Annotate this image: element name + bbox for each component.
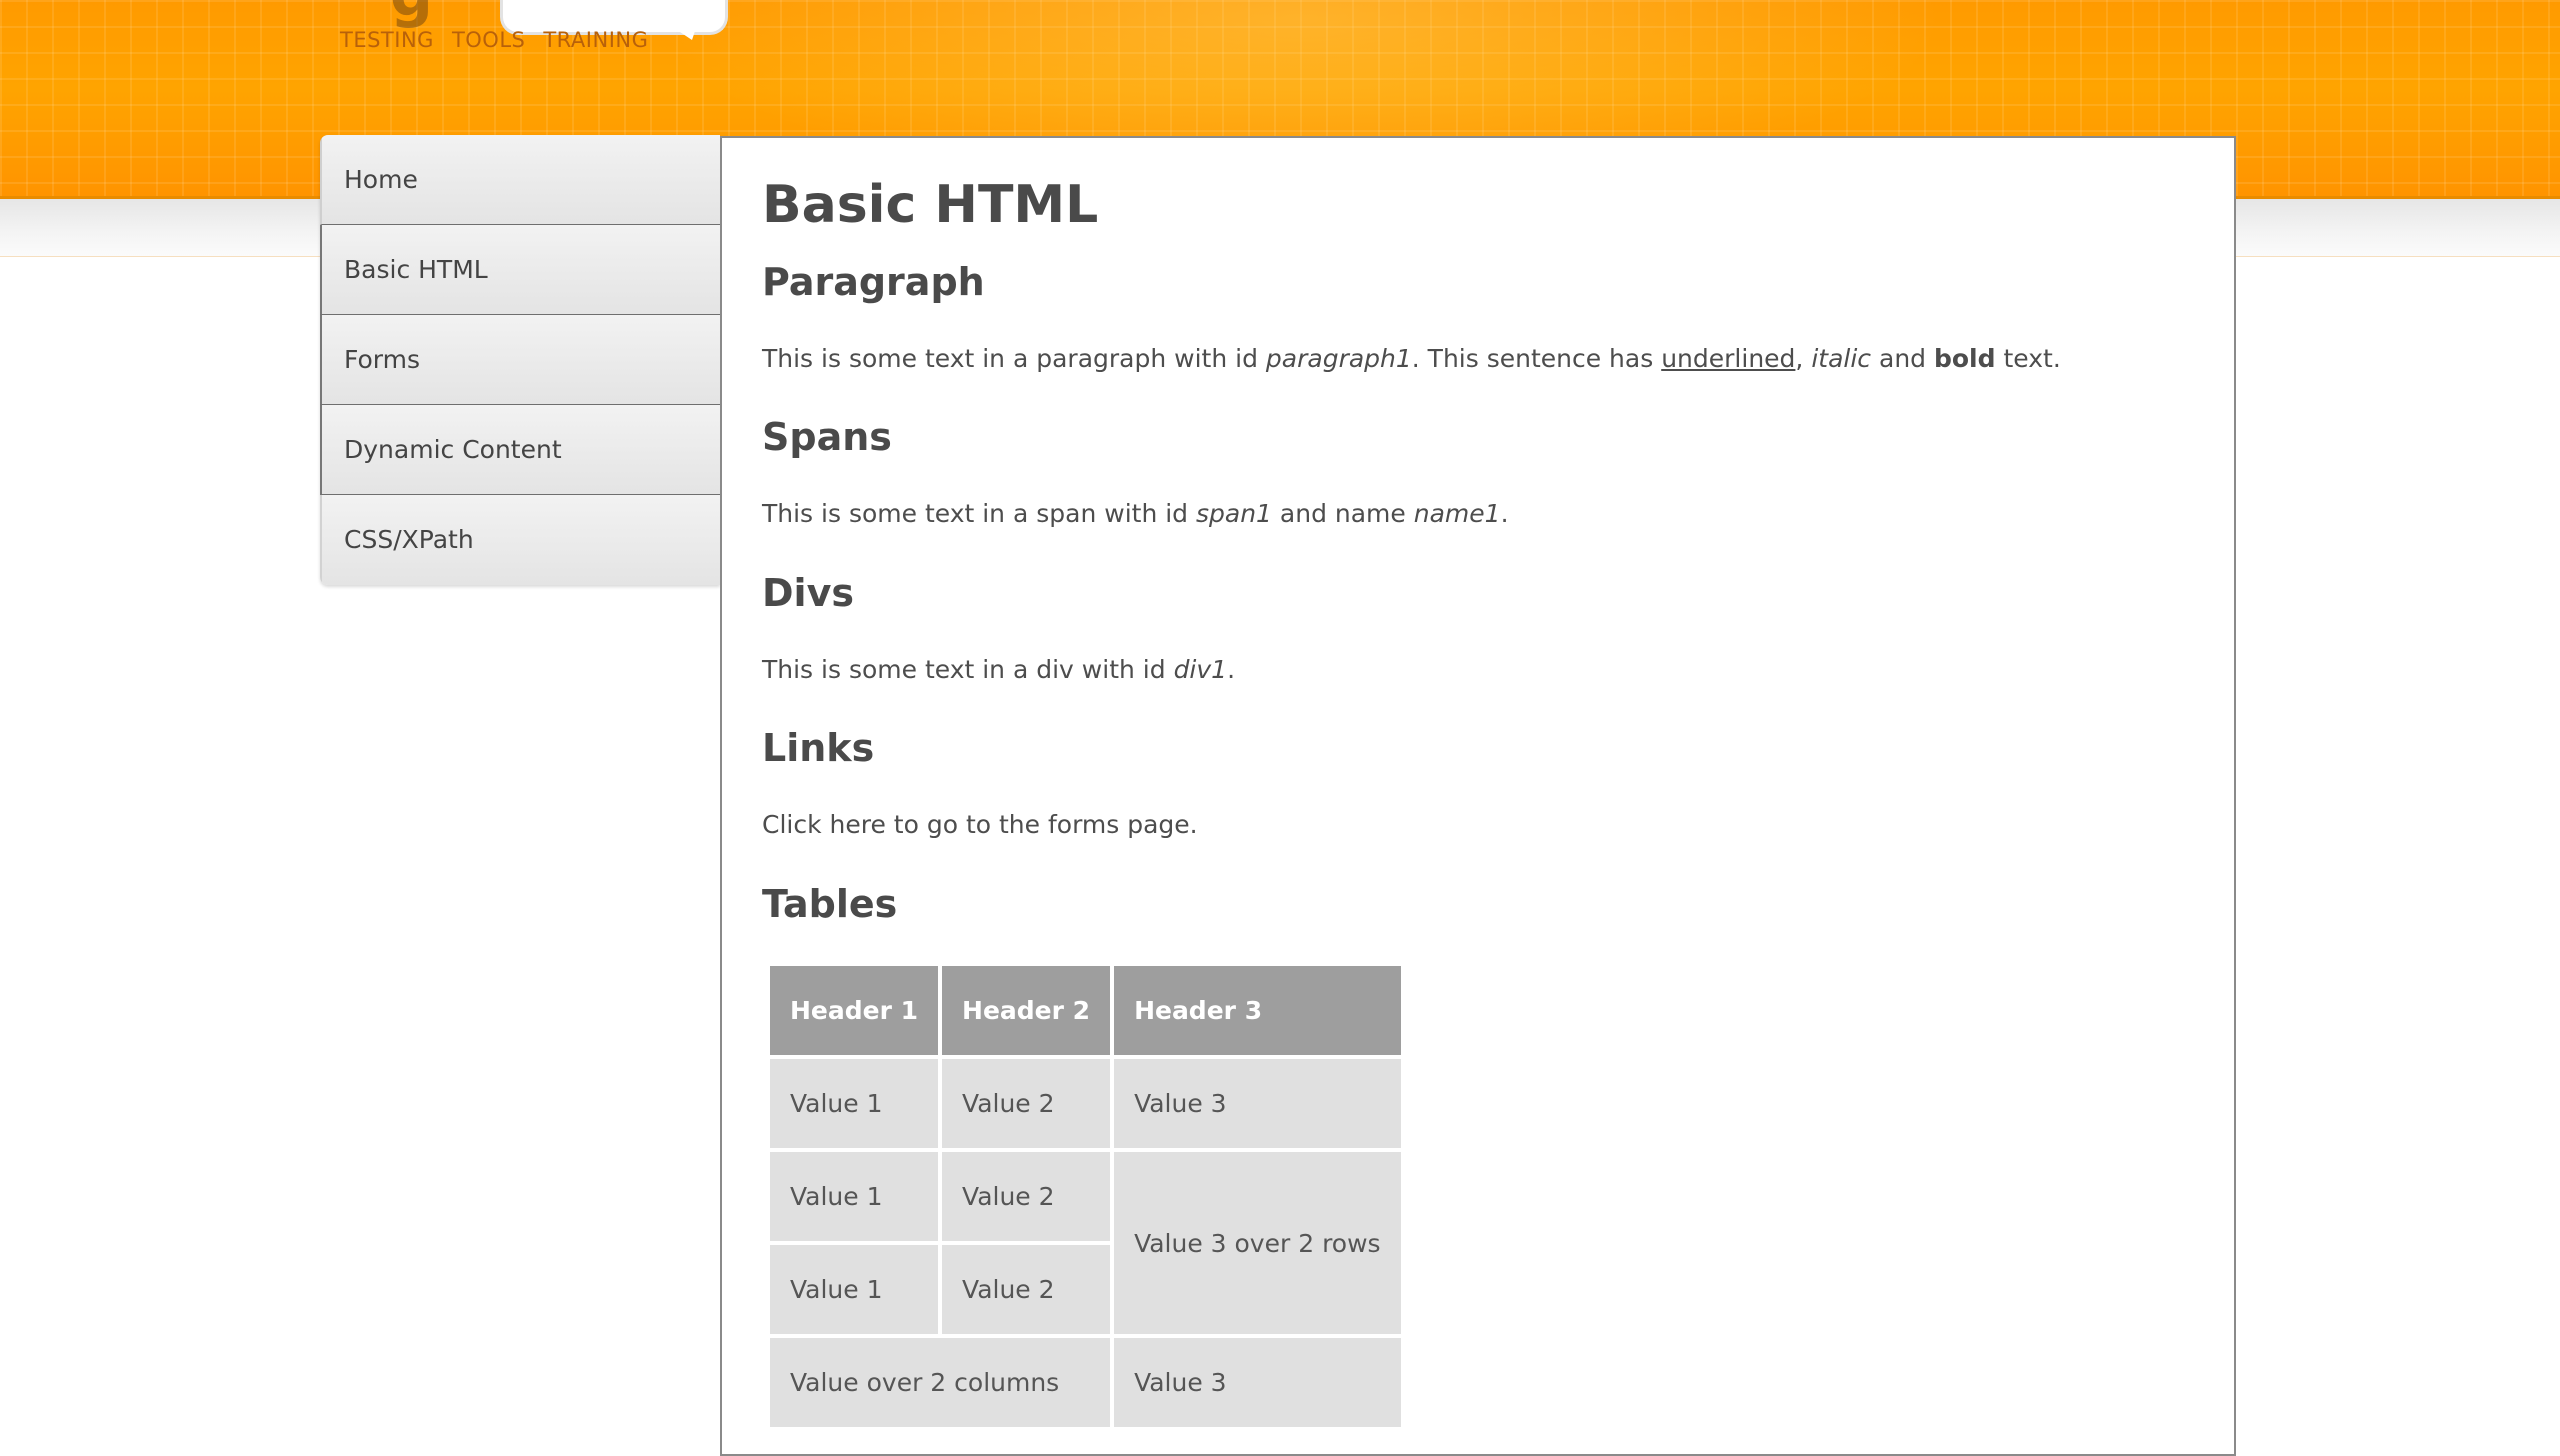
table-cell: Value 1 xyxy=(770,1245,939,1334)
div-text-part: This is some text in a div with id xyxy=(762,655,1174,684)
paragraph-text: This is some text in a paragraph with id… xyxy=(762,344,2061,373)
sidebar-item-home[interactable]: Home xyxy=(320,135,720,225)
table-cell: Value 1 xyxy=(770,1059,939,1148)
sidebar-item-forms[interactable]: Forms xyxy=(320,315,720,405)
logo-tagline: TESTING TOOLS TRAINING xyxy=(340,28,666,52)
table-cell: Value 1 xyxy=(770,1152,939,1241)
paragraph-text-part: . This sentence has xyxy=(1411,344,1662,373)
section-heading-tables: Tables xyxy=(762,882,898,926)
links-text: Click here to go to the forms page. xyxy=(762,810,1198,839)
table-cell-colspan: Value over 2 columns xyxy=(770,1338,1111,1427)
section-heading-spans: Spans xyxy=(762,415,892,459)
links-text-part: to go to the forms page. xyxy=(885,810,1198,839)
bold-text: bold xyxy=(1933,344,1996,373)
table-header-cell: Header 1 xyxy=(770,966,939,1055)
forms-page-link[interactable]: Click here xyxy=(762,810,886,839)
span-text-part: and name xyxy=(1271,499,1414,528)
italic-text: italic xyxy=(1811,344,1872,373)
table-cell: Value 3 xyxy=(1114,1338,1401,1427)
div-text-part: . xyxy=(1227,655,1236,684)
sidebar-item-dynamic-content[interactable]: Dynamic Content xyxy=(320,405,720,495)
table-cell: Value 2 xyxy=(942,1245,1111,1334)
table-row: Value 1 Value 2 Value 3 over 2 rows xyxy=(770,1152,1401,1334)
sidebar-item-css-xpath[interactable]: CSS/XPath xyxy=(320,495,720,585)
table-header-row: Header 1 Header 2 Header 3 xyxy=(770,966,1401,1055)
span-text: This is some text in a span with id span… xyxy=(762,499,1509,528)
table-row: Value over 2 columns Value 3 xyxy=(770,1338,1401,1427)
paragraph-id: paragraph1 xyxy=(1265,344,1412,373)
div-id: div1 xyxy=(1173,655,1228,684)
span-id: span1 xyxy=(1196,499,1272,528)
sidebar-item-basic-html[interactable]: Basic HTML xyxy=(320,225,720,315)
paragraph-text-part: text. xyxy=(1995,344,2061,373)
table-cell: Value 3 xyxy=(1114,1059,1401,1148)
main-content: Basic HTML Paragraph This is some text i… xyxy=(720,136,2236,1456)
sidebar-nav: Home Basic HTML Forms Dynamic Content CS… xyxy=(320,135,720,585)
section-heading-divs: Divs xyxy=(762,571,854,615)
logo-bubble-tail-icon xyxy=(674,28,696,40)
table-cell-rowspan: Value 3 over 2 rows xyxy=(1114,1152,1401,1334)
paragraph-text-part: This is some text in a paragraph with id xyxy=(762,344,1266,373)
div-text: This is some text in a div with id div1. xyxy=(762,655,1235,684)
section-heading-links: Links xyxy=(762,726,875,770)
table-header-cell: Header 2 xyxy=(942,966,1111,1055)
underlined-text: underlined xyxy=(1661,344,1796,373)
section-heading-paragraph: Paragraph xyxy=(762,260,985,304)
table-header-cell: Header 3 xyxy=(1114,966,1401,1055)
span-name: name1 xyxy=(1413,499,1501,528)
paragraph-text-part: , xyxy=(1795,344,1812,373)
page-title: Basic HTML xyxy=(762,175,1099,235)
logo-mark-icon: g xyxy=(390,0,433,30)
span-text-part: This is some text in a span with id xyxy=(762,499,1196,528)
table-row: Value 1 Value 2 Value 3 xyxy=(770,1059,1401,1148)
table-cell: Value 2 xyxy=(942,1059,1111,1148)
table-cell: Value 2 xyxy=(942,1152,1111,1241)
tagline-training: TRAINING xyxy=(543,28,649,52)
demo-table: Header 1 Header 2 Header 3 Value 1 Value… xyxy=(766,962,1405,1431)
paragraph-text-part: and xyxy=(1871,344,1934,373)
tagline-tools: TOOLS xyxy=(451,28,526,52)
span-text-part: . xyxy=(1500,499,1509,528)
tagline-testing: TESTING xyxy=(340,28,434,52)
